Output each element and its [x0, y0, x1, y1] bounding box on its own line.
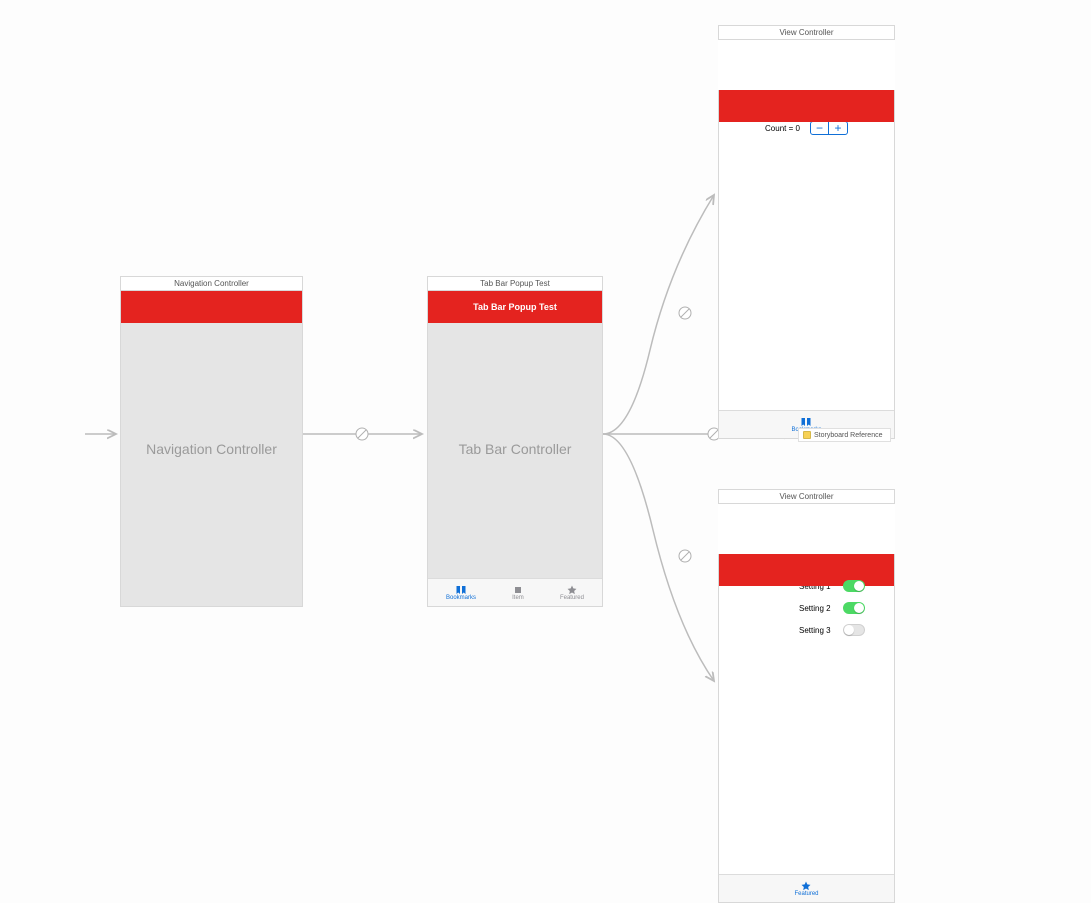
square-icon [512, 585, 524, 595]
scene-view-controller-top[interactable]: View Controller Random Content Count = 0… [718, 25, 895, 439]
tab-label: Bookmarks [446, 595, 476, 601]
tab-item[interactable]: Item [512, 585, 524, 601]
setting-row-2: Setting 2 [799, 602, 894, 614]
stepper-decrement[interactable]: − [811, 122, 829, 134]
navbar [121, 291, 302, 323]
count-label: Count = 0 [765, 124, 800, 133]
tab-featured[interactable]: Featured [560, 585, 584, 601]
star-icon [566, 585, 578, 595]
scene-view-controller-bottom[interactable]: View Controller Random Content Setting 1… [718, 489, 895, 903]
storyboard-icon [803, 431, 811, 439]
bookmarks-icon [800, 417, 812, 427]
scene-navigation-controller[interactable]: Navigation Controller Navigation Control… [120, 276, 303, 607]
navbar: Tab Bar Popup Test [428, 291, 602, 323]
tab-label: Featured [560, 595, 584, 601]
setting-switch-1[interactable] [843, 580, 865, 592]
navbar-title: Tab Bar Popup Test [473, 302, 557, 312]
controller-type-label: Tab Bar Controller [459, 441, 572, 457]
setting-label: Setting 2 [799, 604, 831, 613]
count-stepper[interactable]: − + [810, 121, 848, 135]
tab-label: Featured [794, 891, 818, 897]
storyboard-ref-label: Storyboard Reference [814, 432, 882, 439]
segue-badge [677, 305, 693, 321]
count-row: Count = 0 − + [719, 121, 894, 135]
setting-label: Setting 3 [799, 626, 831, 635]
tab-label: Item [512, 595, 524, 601]
setting-switch-2[interactable] [843, 602, 865, 614]
segue-badge [677, 548, 693, 564]
tab-featured[interactable]: Featured [794, 881, 818, 897]
scene-title: Tab Bar Popup Test [427, 276, 603, 291]
segue-badge [354, 426, 370, 442]
settings-list: Setting 1 Setting 2 Setting 3 [719, 580, 894, 636]
navbar [719, 554, 894, 586]
controller-type-label: Navigation Controller [146, 441, 277, 457]
tabbar: Bookmarks Item Featured [428, 578, 602, 606]
stepper-increment[interactable]: + [829, 122, 847, 134]
scene-title: Navigation Controller [120, 276, 303, 291]
bookmarks-icon [455, 585, 467, 595]
star-icon [800, 881, 812, 891]
scene-tabbar-controller[interactable]: Tab Bar Popup Test Tab Bar Popup Test Ta… [427, 276, 603, 607]
navbar [719, 90, 894, 122]
scene-title: View Controller [718, 489, 895, 504]
scene-title: View Controller [718, 25, 895, 40]
storyboard-reference[interactable]: Storyboard Reference [798, 428, 891, 442]
tabbar: Featured [719, 874, 894, 902]
tab-bookmarks[interactable]: Bookmarks [446, 585, 476, 601]
setting-switch-3[interactable] [843, 624, 865, 636]
setting-row-3: Setting 3 [799, 624, 894, 636]
